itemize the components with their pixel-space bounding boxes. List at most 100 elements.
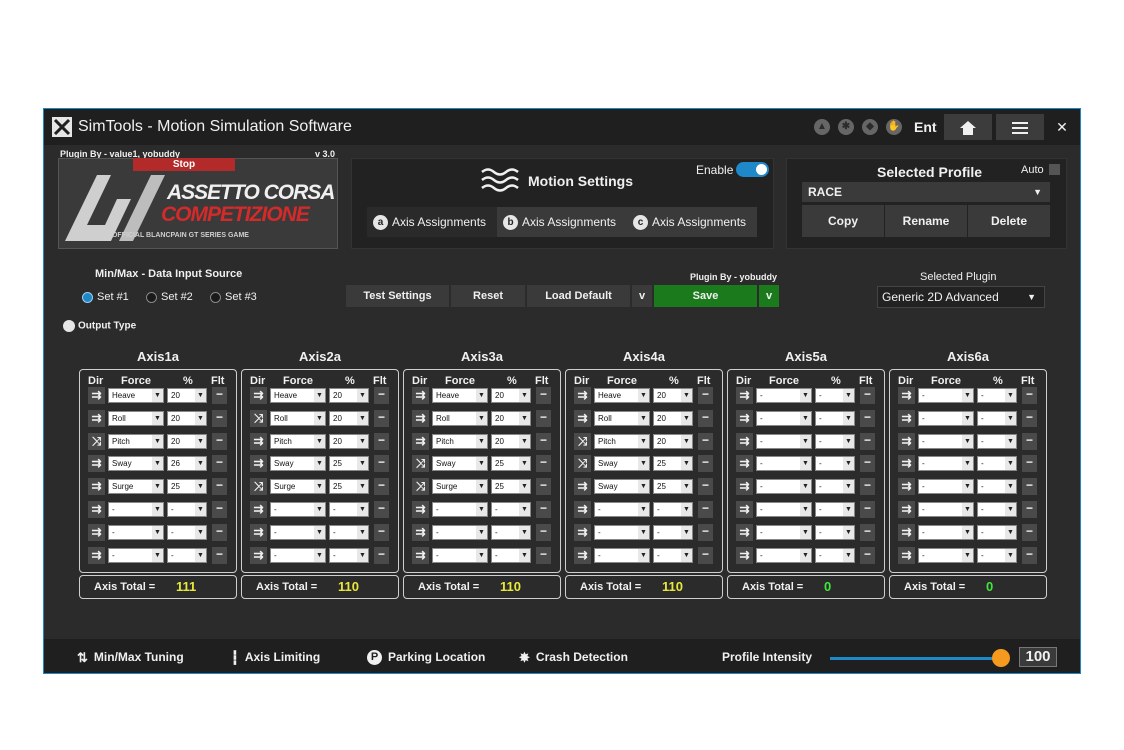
force-select[interactable]: - ▼ [756, 456, 812, 471]
force-select[interactable]: - ▼ [432, 525, 488, 540]
direction-button[interactable]: ⇉ [250, 547, 267, 564]
percent-select[interactable]: 20 ▼ [329, 411, 369, 426]
force-select[interactable]: Roll ▼ [270, 411, 326, 426]
direction-button[interactable]: ⇉ [574, 387, 591, 404]
percent-select[interactable]: 20 ▼ [491, 411, 531, 426]
percent-select[interactable]: - ▼ [653, 525, 693, 540]
direction-button[interactable]: ⇉ [736, 501, 753, 518]
direction-button[interactable]: ⇉ [898, 547, 915, 564]
direction-button[interactable]: ⤨ [574, 433, 591, 450]
percent-select[interactable]: - ▼ [491, 525, 531, 540]
direction-button[interactable]: ⇉ [88, 547, 105, 564]
filter-button[interactable]: − [212, 410, 227, 427]
force-select[interactable]: - ▼ [270, 525, 326, 540]
force-select[interactable]: Pitch ▼ [432, 434, 488, 449]
percent-select[interactable]: - ▼ [977, 411, 1017, 426]
compass-icon[interactable]: ◆ [862, 119, 878, 135]
filter-button[interactable]: − [698, 547, 713, 564]
direction-button[interactable]: ⇉ [736, 387, 753, 404]
tab-axis-assignments-c[interactable]: c Axis Assignments [627, 207, 757, 237]
force-select[interactable]: Roll ▼ [594, 411, 650, 426]
direction-button[interactable]: ⇉ [88, 501, 105, 518]
percent-select[interactable]: - ▼ [167, 502, 207, 517]
force-select[interactable]: Roll ▼ [108, 411, 164, 426]
percent-select[interactable]: 25 ▼ [329, 456, 369, 471]
percent-select[interactable]: - ▼ [167, 548, 207, 563]
filter-button[interactable]: − [1022, 501, 1037, 518]
direction-button[interactable]: ⤨ [250, 410, 267, 427]
gear-icon[interactable]: ✱ [838, 119, 854, 135]
tab-axis-assignments-a[interactable]: a Axis Assignments [367, 207, 497, 237]
percent-select[interactable]: 20 ▼ [491, 434, 531, 449]
percent-select[interactable]: 20 ▼ [653, 411, 693, 426]
direction-button[interactable]: ⇉ [88, 455, 105, 472]
delete-button[interactable]: Delete [968, 205, 1050, 237]
force-select[interactable]: - ▼ [432, 502, 488, 517]
filter-button[interactable]: − [698, 501, 713, 518]
filter-button[interactable]: − [698, 410, 713, 427]
filter-button[interactable]: − [1022, 387, 1037, 404]
percent-select[interactable]: - ▼ [977, 525, 1017, 540]
filter-button[interactable]: − [374, 387, 389, 404]
force-select[interactable]: - ▼ [108, 525, 164, 540]
percent-select[interactable]: 26 ▼ [167, 456, 207, 471]
force-select[interactable]: - ▼ [918, 479, 974, 494]
percent-select[interactable]: 25 ▼ [491, 456, 531, 471]
filter-button[interactable]: − [536, 524, 551, 541]
direction-button[interactable]: ⇉ [574, 478, 591, 495]
direction-button[interactable]: ⇉ [250, 433, 267, 450]
force-select[interactable]: - ▼ [756, 434, 812, 449]
percent-select[interactable]: - ▼ [977, 434, 1017, 449]
force-select[interactable]: Surge ▼ [270, 479, 326, 494]
filter-button[interactable]: − [374, 547, 389, 564]
force-select[interactable]: Sway ▼ [594, 479, 650, 494]
force-select[interactable]: Heave ▼ [270, 388, 326, 403]
direction-button[interactable]: ⇉ [88, 524, 105, 541]
filter-button[interactable]: − [374, 501, 389, 518]
radio-set-2[interactable]: Set #2 [146, 290, 193, 304]
direction-button[interactable]: ⇉ [412, 501, 429, 518]
percent-select[interactable]: - ▼ [815, 548, 855, 563]
percent-select[interactable]: - ▼ [815, 388, 855, 403]
filter-button[interactable]: − [860, 547, 875, 564]
auto-checkbox[interactable] [1049, 164, 1060, 175]
filter-button[interactable]: − [536, 433, 551, 450]
radio-set-1[interactable]: Set #1 [82, 290, 129, 304]
filter-button[interactable]: − [374, 524, 389, 541]
hand-icon[interactable]: ✋ [886, 119, 902, 135]
percent-select[interactable]: 20 ▼ [653, 388, 693, 403]
force-select[interactable]: - ▼ [918, 456, 974, 471]
direction-button[interactable]: ⤨ [88, 433, 105, 450]
filter-button[interactable]: − [860, 410, 875, 427]
filter-button[interactable]: − [536, 478, 551, 495]
force-select[interactable]: Surge ▼ [108, 479, 164, 494]
percent-select[interactable]: - ▼ [977, 479, 1017, 494]
direction-button[interactable]: ⇉ [736, 478, 753, 495]
crash-detection-button[interactable]: ✸ Crash Detection [519, 650, 628, 666]
save-dropdown[interactable]: v [759, 285, 779, 307]
plugin-select[interactable]: Generic 2D Advanced ▼ [877, 286, 1045, 308]
force-select[interactable]: - ▼ [594, 525, 650, 540]
percent-select[interactable]: - ▼ [491, 548, 531, 563]
direction-button[interactable]: ⇉ [412, 524, 429, 541]
filter-button[interactable]: − [212, 455, 227, 472]
profile-select[interactable]: RACE ▼ [802, 182, 1050, 202]
force-select[interactable]: Heave ▼ [594, 388, 650, 403]
profile-intensity-slider-knob[interactable] [992, 649, 1010, 667]
filter-button[interactable]: − [536, 501, 551, 518]
percent-select[interactable]: 25 ▼ [653, 479, 693, 494]
force-select[interactable]: - ▼ [918, 411, 974, 426]
save-button[interactable]: Save [654, 285, 757, 307]
percent-select[interactable]: - ▼ [815, 502, 855, 517]
tab-axis-assignments-b[interactable]: b Axis Assignments [497, 207, 627, 237]
force-select[interactable]: - ▼ [594, 548, 650, 563]
percent-select[interactable]: - ▼ [977, 456, 1017, 471]
arrow-up-icon[interactable]: ▲ [814, 119, 830, 135]
percent-select[interactable]: 20 ▼ [167, 388, 207, 403]
direction-button[interactable]: ⇉ [574, 547, 591, 564]
force-select[interactable]: Sway ▼ [432, 456, 488, 471]
direction-button[interactable]: ⤨ [412, 455, 429, 472]
force-select[interactable]: - ▼ [756, 525, 812, 540]
force-select[interactable]: - ▼ [108, 548, 164, 563]
percent-select[interactable]: - ▼ [815, 456, 855, 471]
